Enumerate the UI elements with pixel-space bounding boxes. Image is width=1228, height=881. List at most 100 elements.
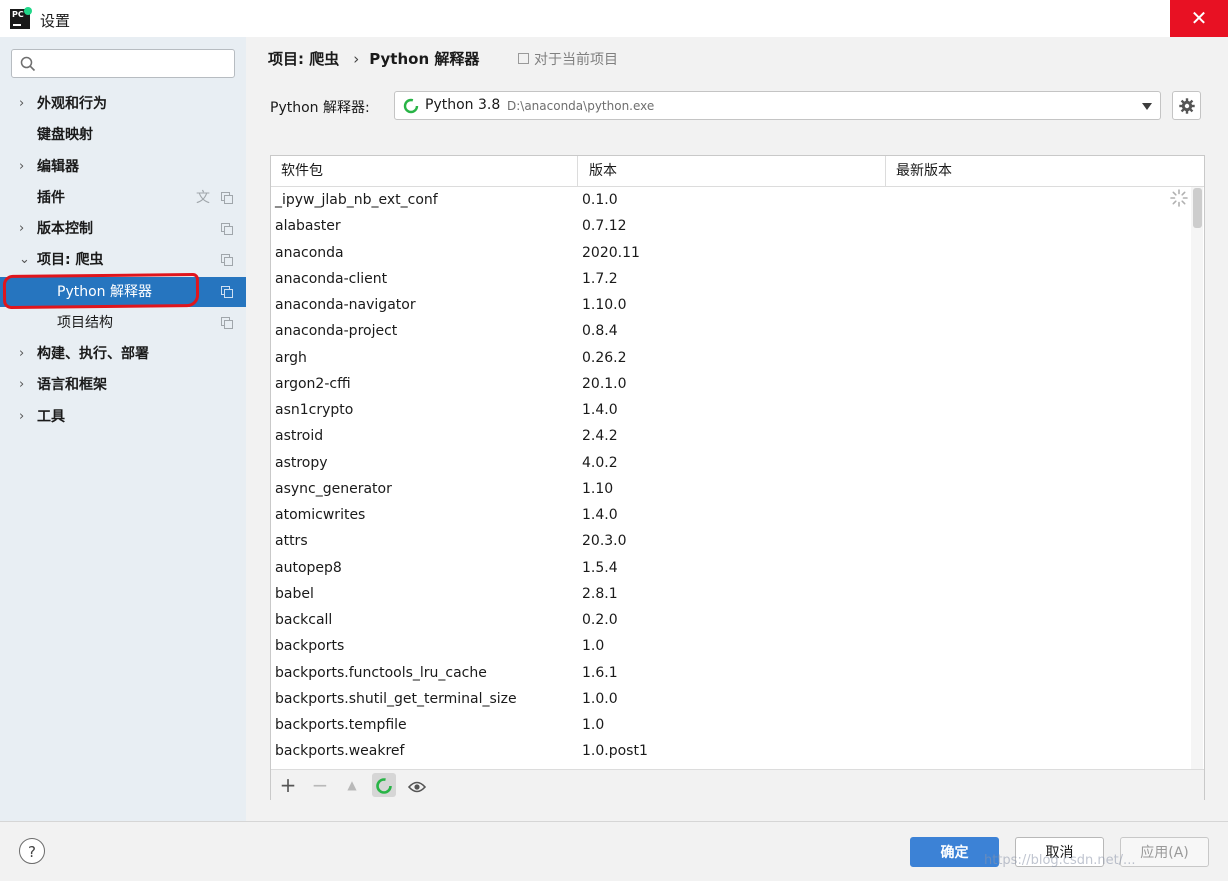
sidebar-item-languages[interactable]: › 语言和框架 xyxy=(0,370,246,400)
chevron-down-icon xyxy=(1142,103,1152,110)
package-name: argh xyxy=(275,349,307,366)
help-button[interactable]: ? xyxy=(19,838,45,864)
table-row[interactable]: anaconda-navigator 1.10.0 xyxy=(271,292,1191,318)
refresh-button[interactable] xyxy=(372,773,396,797)
table-row[interactable]: anaconda-client 1.7.2 xyxy=(271,266,1191,292)
sidebar-item-project[interactable]: ⌄ 项目: 爬虫 xyxy=(0,245,246,275)
interpreter-name: Python 3.8 xyxy=(425,97,501,113)
apply-button[interactable]: 应用(A) xyxy=(1120,837,1209,867)
table-row[interactable]: astroid 2.4.2 xyxy=(271,423,1191,449)
sidebar-item-version-control[interactable]: › 版本控制 xyxy=(0,214,246,244)
package-name: anaconda-navigator xyxy=(275,297,416,313)
add-package-button[interactable]: + xyxy=(276,773,300,797)
cancel-button[interactable]: 取消 xyxy=(1015,837,1104,867)
package-version: 1.5.4 xyxy=(582,559,618,576)
show-early-releases-button[interactable] xyxy=(405,773,429,797)
interpreter-path: D:\anaconda\python.exe xyxy=(507,99,655,113)
chevron-right-icon: › xyxy=(19,346,25,361)
sidebar-item-appearance[interactable]: › 外观和行为 xyxy=(0,89,246,119)
interpreter-dropdown[interactable]: Python 3.8 D:\anaconda\python.exe xyxy=(394,91,1161,120)
ok-button[interactable]: 确定 xyxy=(910,837,999,867)
sidebar-item-label: 项目结构 xyxy=(57,315,113,331)
table-scrollbar[interactable] xyxy=(1191,187,1203,769)
table-row[interactable]: backports.functools_lru_cache 1.6.1 xyxy=(271,660,1191,686)
package-name: backports.shutil_get_terminal_size xyxy=(275,690,517,707)
chevron-right-icon: › xyxy=(19,159,25,174)
scope-text: 对于当前项目 xyxy=(534,52,618,68)
close-button[interactable]: ✕ xyxy=(1170,0,1228,37)
package-name: alabaster xyxy=(275,218,341,235)
package-name: babel xyxy=(275,585,314,602)
refresh-spinner-icon xyxy=(376,778,392,794)
package-version: 2.4.2 xyxy=(582,428,618,445)
package-name: attrs xyxy=(275,533,308,550)
table-row[interactable]: argh 0.26.2 xyxy=(271,345,1191,371)
settings-search[interactable] xyxy=(11,49,235,78)
sidebar-item-plugins[interactable]: 插件 文 xyxy=(0,183,246,213)
gear-icon xyxy=(1179,98,1195,114)
package-version: 1.4.0 xyxy=(582,507,618,523)
table-row[interactable]: backports.tempfile 1.0 xyxy=(271,712,1191,738)
table-row[interactable]: anaconda-project 0.8.4 xyxy=(271,318,1191,344)
copy-icon xyxy=(221,286,233,298)
package-name: backports xyxy=(275,638,345,655)
table-row[interactable]: astropy 4.0.2 xyxy=(271,450,1191,476)
loading-icon xyxy=(1170,189,1188,207)
table-row[interactable]: backports.shutil_get_terminal_size 1.0.0 xyxy=(271,686,1191,712)
table-row[interactable]: atomicwrites 1.4.0 xyxy=(271,502,1191,528)
remove-package-button[interactable]: − xyxy=(308,773,332,797)
package-version: 1.0 xyxy=(582,717,605,733)
scrollbar-thumb[interactable] xyxy=(1193,188,1202,228)
table-row[interactable]: babel 2.8.1 xyxy=(271,581,1191,607)
table-row[interactable]: async_generator 1.10 xyxy=(271,476,1191,502)
table-row[interactable]: backports.weakref 1.0.post1 xyxy=(271,738,1191,764)
sidebar-item-label: 项目: 爬虫 xyxy=(37,252,104,268)
package-version: 20.1.0 xyxy=(582,375,627,392)
table-row[interactable]: autopep8 1.5.4 xyxy=(271,555,1191,581)
package-version: 2.8.1 xyxy=(582,585,618,602)
breadcrumb-project[interactable]: 项目: 爬虫 xyxy=(268,48,339,69)
interpreter-label: Python 解释器: xyxy=(270,100,370,116)
column-header-latest[interactable]: 最新版本 xyxy=(896,156,952,186)
interpreter-settings-button[interactable] xyxy=(1172,91,1201,120)
table-row[interactable]: asn1crypto 1.4.0 xyxy=(271,397,1191,423)
package-version: 1.7.2 xyxy=(582,270,618,287)
table-row[interactable]: backports 1.0 xyxy=(271,633,1191,659)
packages-table: 软件包 版本 最新版本 _ipyw_jlab_nb_ext_conf 0.1.0 a… xyxy=(270,155,1205,800)
package-name: atomicwrites xyxy=(275,507,366,523)
sidebar-item-tools[interactable]: › 工具 xyxy=(0,402,246,432)
chevron-down-icon: ⌄ xyxy=(19,252,30,267)
package-name: anaconda xyxy=(275,244,344,261)
sidebar-item-label: 语言和框架 xyxy=(37,377,107,393)
eye-icon xyxy=(407,781,427,793)
copy-icon xyxy=(221,317,233,329)
sidebar-item-build[interactable]: › 构建、执行、部署 xyxy=(0,339,246,369)
table-row[interactable]: attrs 20.3.0 xyxy=(271,528,1191,554)
package-name: backcall xyxy=(275,612,333,628)
package-name: astroid xyxy=(275,428,324,445)
package-name: anaconda-project xyxy=(275,323,398,340)
upgrade-package-button[interactable]: ▲ xyxy=(340,773,364,797)
sidebar-item-label: 编辑器 xyxy=(37,159,79,175)
package-name: autopep8 xyxy=(275,559,342,576)
sidebar-item-keymap[interactable]: 键盘映射 xyxy=(0,120,246,150)
table-row[interactable]: _ipyw_jlab_nb_ext_conf 0.1.0 xyxy=(271,187,1191,213)
sidebar-item-python-interpreter[interactable]: Python 解释器 xyxy=(0,277,246,307)
table-header: 软件包 版本 最新版本 xyxy=(271,156,1204,187)
sidebar-item-editor[interactable]: › 编辑器 xyxy=(0,152,246,182)
chevron-right-icon: › xyxy=(19,221,25,236)
table-row[interactable]: backcall 0.2.0 xyxy=(271,607,1191,633)
search-input[interactable] xyxy=(42,53,231,75)
package-version: 2020.11 xyxy=(582,244,640,261)
package-version: 0.1.0 xyxy=(582,192,618,208)
table-body: _ipyw_jlab_nb_ext_conf 0.1.0 alabaster 0.7.… xyxy=(271,187,1191,769)
search-icon xyxy=(20,56,36,72)
table-row[interactable]: alabaster 0.7.12 xyxy=(271,213,1191,239)
column-header-package[interactable]: 软件包 xyxy=(281,156,323,186)
sidebar-item-label: 构建、执行、部署 xyxy=(37,346,149,362)
pycharm-logo-icon: PC xyxy=(10,7,32,29)
column-header-version[interactable]: 版本 xyxy=(589,156,617,186)
table-row[interactable]: anaconda 2020.11 xyxy=(271,240,1191,266)
sidebar-item-project-structure[interactable]: 项目结构 xyxy=(0,308,246,338)
table-row[interactable]: argon2-cffi 20.1.0 xyxy=(271,371,1191,397)
